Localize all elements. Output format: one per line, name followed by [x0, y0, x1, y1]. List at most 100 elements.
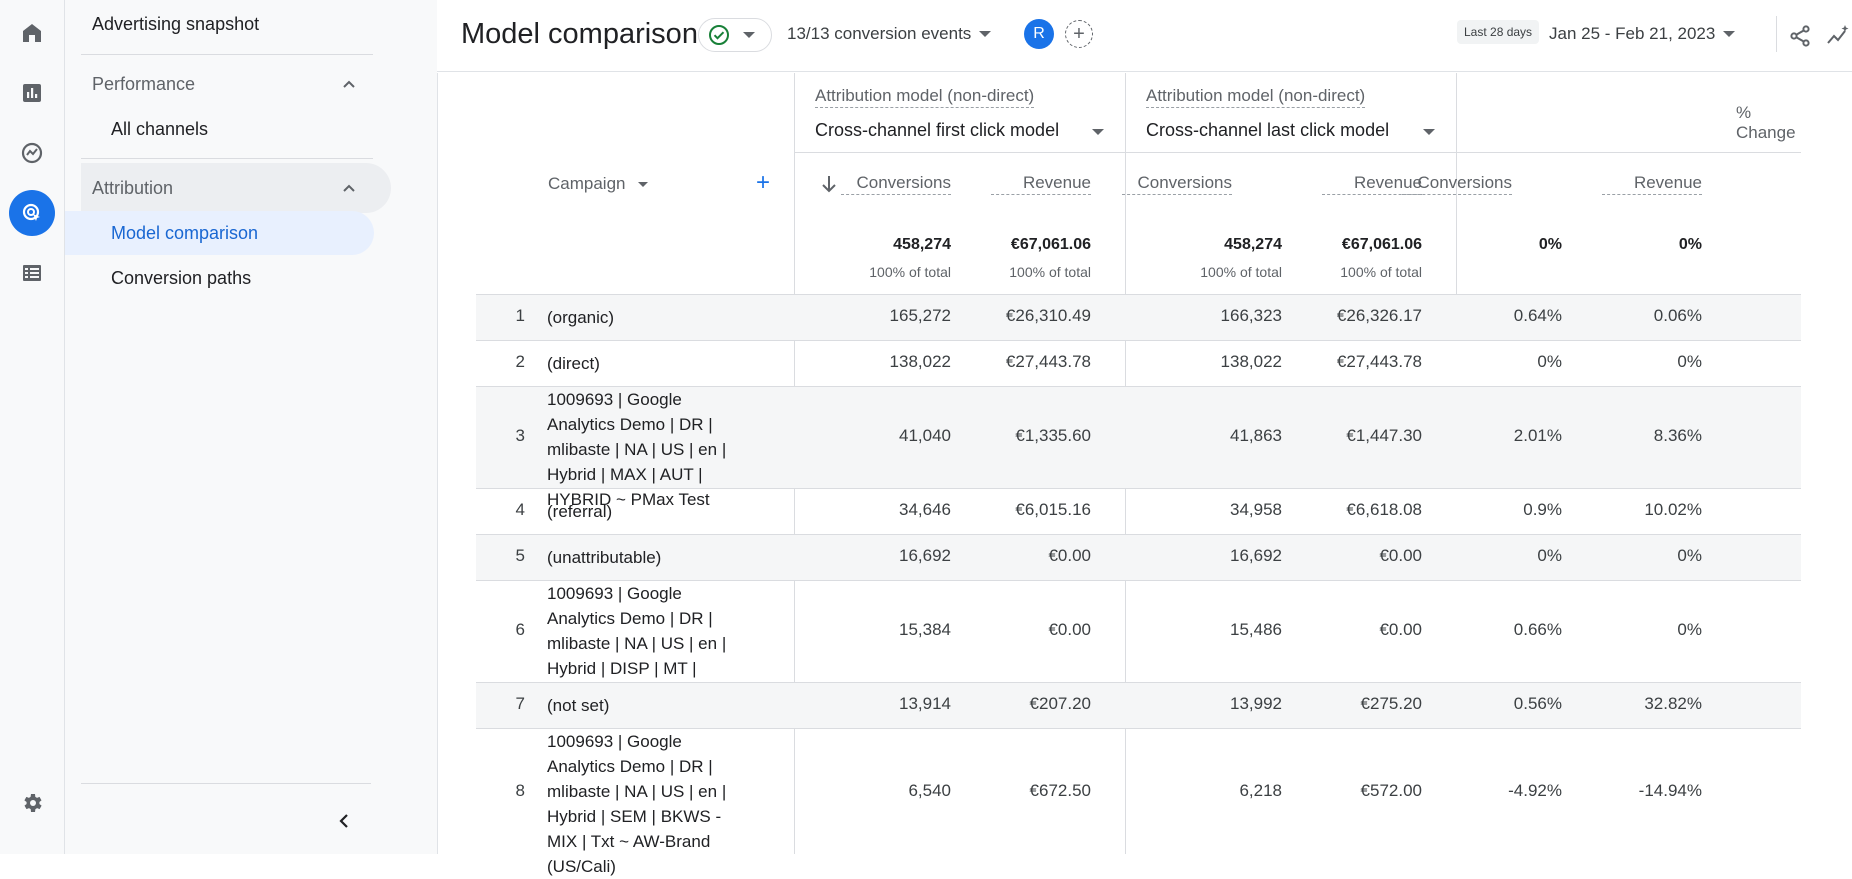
explore-icon[interactable]: [9, 130, 55, 176]
cell-value: 0%: [1677, 546, 1702, 565]
avatar[interactable]: R: [1024, 19, 1054, 49]
report-navigation: Advertising snapshot Performance All cha…: [65, 0, 437, 854]
row-index: 3: [515, 426, 525, 445]
table-row[interactable]: 8 1009693 | Google Analytics Demo | DR |…: [476, 729, 1801, 876]
add-comparison-button[interactable]: +: [1065, 20, 1093, 48]
row-index: 2: [515, 352, 525, 371]
conversion-events-dropdown[interactable]: 13/13 conversion events: [787, 24, 992, 44]
cell-value: 41,040: [899, 426, 951, 445]
sort-descending-icon[interactable]: [821, 174, 837, 194]
metric-header-conversions[interactable]: Conversions: [841, 173, 951, 195]
nav-section-attribution[interactable]: Attribution: [81, 163, 391, 213]
nav-divider: [81, 158, 373, 159]
add-dimension-button[interactable]: +: [756, 171, 770, 195]
cell-value: 41,863: [1230, 426, 1282, 445]
total-share: 100% of total: [1009, 264, 1091, 280]
table-row[interactable]: 6 1009693 | Google Analytics Demo | DR |…: [476, 581, 1801, 703]
attribution-model-select-first[interactable]: Cross-channel first click model: [815, 120, 1059, 141]
total-value: €67,061.06: [1010, 236, 1091, 253]
cell-value: 16,692: [899, 546, 951, 565]
cell-value: €0.00: [1048, 620, 1091, 639]
row-index: 4: [515, 500, 525, 519]
date-range-label: Jan 25 - Feb 21, 2023: [1549, 24, 1716, 43]
cell-value: 6,218: [1239, 781, 1282, 800]
share-button[interactable]: [1782, 18, 1818, 54]
nav-item-model-comparison[interactable]: Model comparison: [65, 211, 374, 255]
table-row[interactable]: 3 1009693 | Google Analytics Demo | DR |…: [476, 387, 1801, 509]
nav-section-label: Performance: [92, 73, 196, 94]
cell-value: 0%: [1537, 546, 1562, 565]
cell-value: 0.56%: [1513, 694, 1562, 713]
chevron-up-icon: [343, 80, 355, 88]
settings-icon[interactable]: [9, 780, 55, 826]
share-icon: [1790, 25, 1810, 47]
date-range-picker[interactable]: Jan 25 - Feb 21, 2023: [1549, 24, 1736, 44]
cell-value: 138,022: [889, 352, 951, 371]
total-value: 458,274: [893, 236, 951, 253]
row-index: 5: [515, 546, 525, 565]
nav-section-performance[interactable]: Performance: [81, 59, 373, 109]
row-index: 7: [515, 694, 525, 713]
metric-header-conversions[interactable]: Conversions: [1122, 173, 1232, 195]
cell-value: 34,958: [1230, 500, 1282, 519]
advertising-icon[interactable]: [9, 190, 55, 236]
campaign-name: (referral): [547, 502, 613, 521]
total-share: 100% of total: [1200, 264, 1282, 280]
total-value: 0%: [1678, 236, 1702, 253]
cell-value: €1,335.60: [1015, 426, 1091, 445]
cell-value: €27,443.78: [1005, 352, 1091, 371]
nav-item-label: All channels: [111, 118, 209, 139]
cell-value: 165,272: [889, 306, 951, 325]
campaign-dimension-dropdown[interactable]: Campaign: [548, 174, 648, 194]
cell-value: 0.66%: [1513, 620, 1562, 639]
cell-value: 16,692: [1230, 546, 1282, 565]
table-row[interactable]: 2 (direct) 138,022 €27,443.78 138,022 €2…: [476, 341, 1801, 386]
percent-change-header: % Change: [1736, 103, 1796, 142]
cell-value: 0.9%: [1523, 500, 1562, 519]
app-rail: [0, 0, 65, 854]
campaign-name: (direct): [547, 354, 600, 373]
dropdown-arrow-icon[interactable]: [1423, 129, 1435, 135]
status-dropdown[interactable]: [698, 18, 772, 52]
home-icon[interactable]: [9, 10, 55, 56]
campaign-name: (unattributable): [547, 548, 662, 567]
table-row[interactable]: 1 (organic) 165,272 €26,310.49 166,323 €…: [476, 295, 1801, 340]
cell-value: 138,022: [1220, 352, 1282, 371]
total-value: €67,061.06: [1341, 236, 1422, 253]
chevron-left-icon: [339, 814, 348, 828]
nav-item-advertising-snapshot[interactable]: Advertising snapshot: [92, 14, 259, 35]
insights-button[interactable]: [1820, 18, 1852, 54]
metric-header-conversions[interactable]: Conversions: [1402, 173, 1512, 195]
campaign-header-label: Campaign: [548, 174, 626, 193]
dropdown-arrow-icon: [979, 31, 992, 37]
cell-value: €6,618.08: [1346, 500, 1422, 519]
page-title: Model comparison: [461, 18, 698, 50]
cell-value: 15,384: [899, 620, 951, 639]
reports-icon[interactable]: [9, 70, 55, 116]
dropdown-arrow-icon[interactable]: [1092, 129, 1104, 135]
metric-header-revenue[interactable]: Revenue: [991, 173, 1091, 195]
cell-value: 15,486: [1230, 620, 1282, 639]
dropdown-arrow-icon: [743, 32, 755, 38]
nav-item-label: Model comparison: [111, 222, 259, 243]
table-row[interactable]: 7 (not set) 13,914 €207.20 13,992 €275.2…: [476, 683, 1801, 728]
cell-value: -14.94%: [1638, 781, 1702, 800]
total-value: 0%: [1538, 236, 1562, 253]
collapse-nav-button[interactable]: [329, 806, 359, 836]
table-row[interactable]: 5 (unattributable) 16,692 €0.00 16,692 €…: [476, 535, 1801, 580]
metric-header-revenue[interactable]: Revenue: [1602, 173, 1702, 195]
row-index: 1: [515, 306, 525, 325]
library-icon[interactable]: [9, 250, 55, 296]
nav-divider: [81, 783, 371, 784]
cell-value: €27,443.78: [1336, 352, 1422, 371]
content-divider: [437, 73, 438, 854]
cell-value: €572.00: [1360, 781, 1422, 800]
campaign-name: (organic): [547, 308, 615, 327]
table-row[interactable]: 4 (referral) 34,646 €6,015.16 34,958 €6,…: [476, 489, 1801, 534]
nav-item-all-channels[interactable]: All channels: [65, 107, 208, 151]
nav-item-conversion-paths[interactable]: Conversion paths: [65, 256, 251, 300]
attribution-model-label: Attribution model (non-direct): [1146, 86, 1366, 108]
cell-value: 0.06%: [1653, 306, 1702, 325]
date-preset-chip[interactable]: Last 28 days: [1457, 20, 1540, 44]
attribution-model-select-last[interactable]: Cross-channel last click model: [1146, 120, 1389, 141]
